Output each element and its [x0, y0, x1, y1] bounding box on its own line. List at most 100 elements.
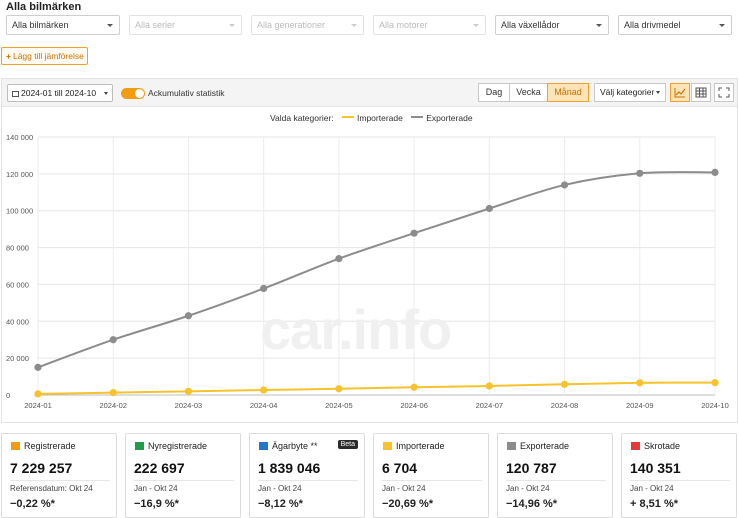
- cumulative-label: Ackumulativ statistik: [148, 88, 225, 98]
- data-point-exporterade: [485, 204, 493, 213]
- data-point-exporterade: [109, 336, 117, 344]
- stat-card-period: Referensdatum: Okt 24: [10, 484, 93, 493]
- stat-card-period: Jan - Okt 24: [258, 484, 302, 493]
- stat-card-title: Exporterade: [520, 441, 570, 451]
- stat-card-header: Nyregistrerade: [135, 441, 207, 451]
- date-range-label: 2024-01 till 2024-10: [21, 88, 97, 98]
- stat-card-title: Registrerade: [24, 441, 76, 451]
- category-select-label: Välj kategorier: [600, 87, 655, 97]
- x-tick-label: 2024-10: [701, 401, 729, 410]
- y-tick-label: 120 000: [6, 170, 33, 179]
- stat-card-scrapped[interactable]: Skrotade 140 351 Jan - Okt 24 + 8,51 %*: [621, 433, 737, 518]
- y-tick-label: 80 000: [6, 244, 29, 253]
- color-square-icon: [135, 442, 144, 450]
- color-square-icon: [631, 442, 640, 450]
- x-tick-label: 2024-06: [400, 401, 428, 410]
- period-week-button[interactable]: Vecka: [509, 83, 548, 102]
- calendar-icon: [12, 91, 19, 97]
- divider: [506, 480, 606, 481]
- x-tick-label: 2024-09: [626, 401, 654, 410]
- data-point-importerade: [636, 379, 644, 387]
- stat-card-header: Importerade: [383, 441, 445, 451]
- stat-card-header: Skrotade: [631, 441, 680, 451]
- y-tick-label: 0: [6, 391, 10, 400]
- stat-card-period: Jan - Okt 24: [134, 484, 178, 493]
- filter-bar: Alla bilmärken Alla serier Alla generati…: [6, 15, 734, 35]
- chevron-down-icon: [596, 24, 602, 27]
- chevron-down-icon: [719, 24, 725, 27]
- data-point-importerade: [109, 389, 117, 397]
- stat-card-period: Jan - Okt 24: [382, 484, 426, 493]
- stat-card-ownership-change[interactable]: Ägarbyte ** Beta 1 839 046 Jan - Okt 24 …: [249, 433, 365, 518]
- data-point-importerade: [34, 390, 42, 398]
- color-square-icon: [11, 442, 20, 450]
- line-chart-view-button[interactable]: [670, 83, 690, 102]
- stat-card-new-registered[interactable]: Nyregistrerade 222 697 Jan - Okt 24 −16,…: [125, 433, 241, 518]
- chevron-down-icon: [473, 24, 479, 27]
- stat-card-period: Jan - Okt 24: [630, 484, 674, 493]
- add-comparison-label: Lägg till jämförelse: [12, 51, 84, 61]
- table-icon: [695, 87, 707, 98]
- fuel-select[interactable]: Alla drivmedel: [618, 15, 732, 35]
- stat-card-change: −14,96 %*: [506, 498, 558, 510]
- stat-card-registered[interactable]: Registrerade 7 229 257 Referensdatum: Ok…: [1, 433, 117, 518]
- color-square-icon: [259, 442, 268, 450]
- y-tick-label: 140 000: [6, 133, 33, 142]
- x-tick-label: 2024-03: [175, 401, 203, 410]
- stat-cards: Registrerade 7 229 257 Referensdatum: Ok…: [0, 433, 739, 518]
- table-view-button[interactable]: [691, 83, 711, 102]
- gearbox-select[interactable]: Alla växellådor: [495, 15, 609, 35]
- stat-card-imported[interactable]: Importerade 6 704 Jan - Okt 24 −20,69 %*: [373, 433, 489, 518]
- chart-toolbar: 2024-01 till 2024-10 Ackumulativ statist…: [2, 79, 737, 107]
- data-point-importerade: [184, 387, 193, 395]
- divider: [134, 480, 234, 481]
- legend-item-exporterade[interactable]: Exporterade: [426, 113, 472, 123]
- stat-card-change: −8,12 %*: [258, 498, 303, 510]
- data-point-exporterade: [410, 229, 418, 237]
- cumulative-toggle[interactable]: [121, 88, 145, 99]
- generation-select[interactable]: Alla generationer: [251, 15, 364, 35]
- generation-select-label: Alla generationer: [257, 20, 326, 30]
- stat-card-title: Importerade: [396, 441, 445, 451]
- brand-select-label: Alla bilmärken: [12, 20, 69, 30]
- stat-card-value: 222 697: [134, 460, 185, 476]
- chevron-down-icon: [656, 91, 660, 94]
- data-point-importerade: [560, 380, 569, 388]
- stat-card-title: Skrotade: [644, 441, 681, 451]
- divider: [10, 480, 110, 481]
- series-select[interactable]: Alla serier: [129, 15, 242, 35]
- brand-select[interactable]: Alla bilmärken: [6, 15, 120, 35]
- x-tick-label: 2024-04: [250, 401, 278, 410]
- chevron-down-icon: [107, 24, 113, 27]
- line-chart: 0 20 000 40 000 60 000 80 000 100 000 120 000 1…: [6, 133, 729, 410]
- stat-card-value: 7 229 257: [10, 460, 73, 476]
- period-day-button[interactable]: Dag: [478, 83, 510, 102]
- period-month-button[interactable]: Månad: [547, 83, 589, 102]
- data-point-importerade: [335, 385, 343, 393]
- engine-select[interactable]: Alla motorer: [373, 15, 486, 35]
- divider: [382, 480, 482, 481]
- stat-card-value: 140 351: [630, 460, 681, 476]
- data-point-exporterade: [335, 255, 343, 263]
- stat-card-change: −0,22 %*: [10, 498, 55, 510]
- series-select-label: Alla serier: [135, 20, 176, 30]
- expand-icon: [718, 87, 730, 98]
- x-tick-label: 2024-01: [24, 401, 52, 410]
- legend-item-importerade[interactable]: Importerade: [357, 113, 403, 123]
- stat-card-change: −16,9 %*: [134, 498, 179, 510]
- chart-panel: 0 20 000 40 000 60 000 80 000 100 000 120 000 1…: [1, 78, 738, 423]
- color-square-icon: [383, 442, 392, 450]
- fullscreen-button[interactable]: [714, 83, 734, 102]
- stat-card-header: Exporterade: [507, 441, 569, 451]
- data-point-exporterade: [260, 284, 268, 293]
- x-tick-label: 2024-02: [99, 401, 127, 410]
- stat-card-exported[interactable]: Exporterade 120 787 Jan - Okt 24 −14,96 …: [497, 433, 613, 518]
- chevron-down-icon: [229, 24, 235, 27]
- legend-swatch-exporterade: [411, 116, 424, 118]
- category-select[interactable]: Välj kategorier: [594, 83, 666, 102]
- date-range-select[interactable]: 2024-01 till 2024-10: [7, 84, 113, 102]
- add-comparison-button[interactable]: + Lägg till jämförelse: [1, 47, 88, 65]
- series-line-importerade: [37, 381, 716, 395]
- beta-badge: Beta: [337, 440, 358, 449]
- plus-icon: +: [6, 51, 11, 61]
